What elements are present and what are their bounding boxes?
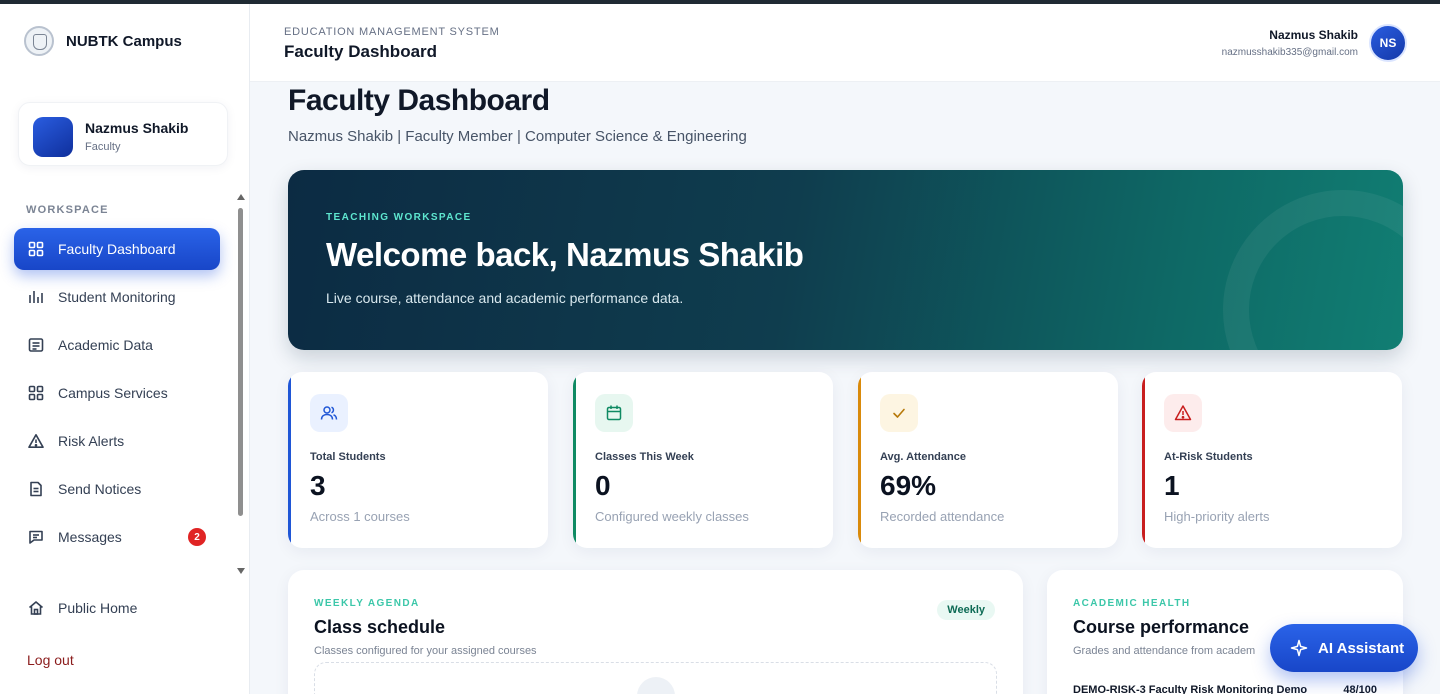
- alert-icon: [1164, 394, 1202, 432]
- stat-value: 69%: [880, 470, 937, 501]
- page-title: Faculty Dashboard: [288, 84, 550, 117]
- panel-description: Grades and attendance from academ: [1073, 645, 1256, 657]
- user-avatar[interactable]: NS: [1369, 24, 1407, 62]
- stat-card-at-risk-students[interactable]: At-Risk Students 1 High-priority alerts: [1142, 372, 1402, 548]
- panel-title: Class schedule: [314, 617, 446, 637]
- document-list-icon: [28, 337, 44, 353]
- public-home-label: Public Home: [58, 600, 138, 616]
- sidebar-item-send-notices[interactable]: Send Notices: [14, 468, 220, 510]
- scrollbar-thumb[interactable]: [238, 208, 243, 516]
- sidebar-item-faculty-dashboard[interactable]: Faculty Dashboard: [14, 228, 220, 270]
- stat-label: Classes This Week: [595, 451, 694, 463]
- sidebar-item-label: Academic Data: [58, 337, 153, 353]
- sidebar-item-label: Risk Alerts: [58, 433, 125, 449]
- course-name: DEMO-RISK-3 Faculty Risk Monitoring Demo: [1073, 684, 1308, 694]
- sidebar-item-academic-data[interactable]: Academic Data: [14, 324, 220, 366]
- university-logo-icon: [24, 26, 54, 56]
- bar-chart-icon: [28, 289, 44, 305]
- schedule-empty-state: [314, 662, 997, 694]
- stat-label: Total Students: [310, 451, 386, 463]
- scroll-up-arrow-icon[interactable]: [237, 194, 245, 200]
- sidebar-scrollbar[interactable]: [236, 194, 246, 574]
- stat-subtext: Configured weekly classes: [595, 509, 749, 524]
- stat-subtext: Across 1 courses: [310, 509, 410, 524]
- stat-value: 1: [1164, 470, 1180, 501]
- stat-card-classes-this-week[interactable]: Classes This Week 0 Configured weekly cl…: [573, 372, 833, 548]
- sparkle-icon: [1290, 639, 1308, 657]
- sidebar-item-student-monitoring[interactable]: Student Monitoring: [14, 276, 220, 318]
- profile-avatar: [33, 117, 73, 157]
- workspace-section-label: WORKSPACE: [26, 204, 109, 216]
- header-title: Faculty Dashboard: [284, 42, 438, 61]
- page-meta: Nazmus Shakib | Faculty Member | Compute…: [288, 128, 747, 145]
- ai-assistant-label: AI Assistant: [1318, 639, 1405, 657]
- stat-value: 3: [310, 470, 326, 501]
- grid-icon: [28, 385, 44, 401]
- stat-label: At-Risk Students: [1164, 451, 1253, 463]
- sidebar-item-label: Send Notices: [58, 481, 142, 497]
- message-icon: [28, 529, 44, 545]
- sidebar-item-label: Messages: [58, 529, 122, 545]
- empty-state-icon: [637, 677, 675, 694]
- hero-kicker: TEACHING WORKSPACE: [326, 212, 472, 223]
- warning-icon: [28, 433, 44, 449]
- sidebar-item-campus-services[interactable]: Campus Services: [14, 372, 220, 414]
- course-score: 48/100: [1343, 684, 1377, 694]
- calendar-icon: [595, 394, 633, 432]
- header-subtitle: EDUCATION MANAGEMENT SYSTEM: [284, 26, 500, 38]
- stat-label: Avg. Attendance: [880, 451, 966, 463]
- file-text-icon: [28, 481, 44, 497]
- sidebar-item-messages[interactable]: Messages 2: [14, 516, 220, 558]
- stat-card-total-students[interactable]: Total Students 3 Across 1 courses: [288, 372, 548, 548]
- sidebar-nav: Faculty Dashboard Student Monitoring Aca…: [14, 228, 220, 564]
- grid-icon: [28, 241, 44, 257]
- panel-description: Classes configured for your assigned cou…: [314, 645, 537, 657]
- stat-subtext: High-priority alerts: [1164, 509, 1270, 524]
- stat-value: 0: [595, 470, 611, 501]
- welcome-hero: TEACHING WORKSPACE Welcome back, Nazmus …: [288, 170, 1403, 350]
- hero-description: Live course, attendance and academic per…: [326, 290, 684, 306]
- profile-name: Nazmus Shakib: [85, 120, 189, 136]
- header-user-name: Nazmus Shakib: [1269, 28, 1358, 42]
- top-header: EDUCATION MANAGEMENT SYSTEM Faculty Dash…: [250, 4, 1440, 82]
- stat-subtext: Recorded attendance: [880, 509, 1005, 524]
- ai-assistant-button[interactable]: AI Assistant: [1270, 624, 1418, 672]
- sidebar-item-label: Student Monitoring: [58, 289, 176, 305]
- messages-count-badge: 2: [188, 528, 206, 546]
- stat-card-avg-attendance[interactable]: Avg. Attendance 69% Recorded attendance: [858, 372, 1118, 548]
- brand-name: NUBTK Campus: [66, 32, 182, 50]
- sidebar-item-label: Faculty Dashboard: [58, 241, 176, 257]
- panel-kicker: WEEKLY AGENDA: [314, 598, 420, 609]
- class-schedule-panel: WEEKLY AGENDA Class schedule Classes con…: [288, 570, 1023, 694]
- sidebar-item-risk-alerts[interactable]: Risk Alerts: [14, 420, 220, 462]
- users-icon: [310, 394, 348, 432]
- home-icon: [28, 600, 44, 616]
- sidebar-item-label: Campus Services: [58, 385, 168, 401]
- decorative-ring: [1223, 190, 1403, 350]
- sidebar: NUBTK Campus Nazmus Shakib Faculty WORKS…: [0, 4, 250, 694]
- header-user-email: nazmusshakib335@gmail.com: [1221, 47, 1358, 58]
- weekly-badge[interactable]: Weekly: [937, 600, 995, 620]
- profile-role: Faculty: [85, 141, 121, 153]
- course-performance-row[interactable]: DEMO-RISK-3 Faculty Risk Monitoring Demo…: [1073, 684, 1377, 694]
- profile-card[interactable]: Nazmus Shakib Faculty: [18, 102, 228, 166]
- scroll-down-arrow-icon[interactable]: [237, 568, 245, 574]
- check-icon: [880, 394, 918, 432]
- logout-link[interactable]: Log out: [27, 652, 74, 668]
- panel-title: Course performance: [1073, 617, 1250, 637]
- public-home-link[interactable]: Public Home: [28, 600, 137, 616]
- brand[interactable]: NUBTK Campus: [24, 26, 182, 56]
- panel-kicker: ACADEMIC HEALTH: [1073, 598, 1191, 609]
- hero-title: Welcome back, Nazmus Shakib: [326, 236, 804, 273]
